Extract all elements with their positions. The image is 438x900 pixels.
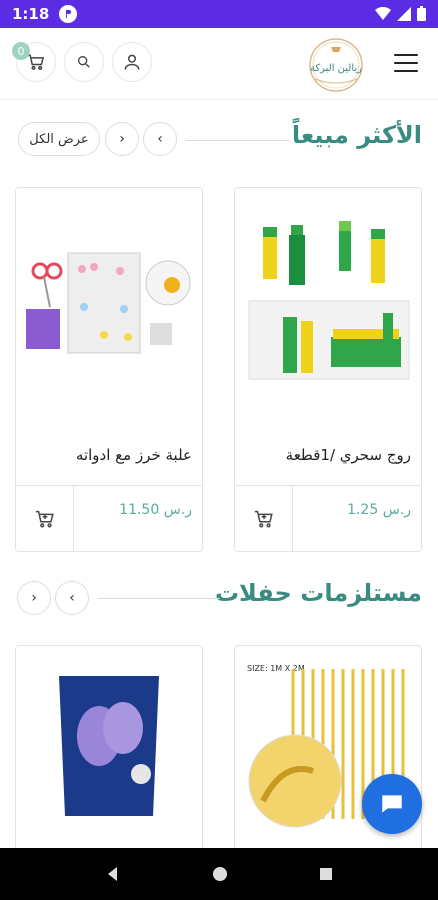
status-bar: 1:18 [0, 0, 438, 28]
cart-icon [254, 510, 273, 528]
app-header: 0 ريالين البركة [0, 28, 438, 100]
chevron-left-icon: ‹ [69, 590, 75, 606]
product-footer: 1.25 ر.س [235, 485, 421, 551]
signal-icon [397, 6, 411, 21]
product-image-lipstick[interactable] [235, 188, 421, 426]
add-to-cart-button[interactable] [235, 486, 293, 551]
wifi-icon [375, 6, 391, 20]
product-name[interactable]: روج سحري /1قطعة [286, 446, 411, 464]
recents-icon[interactable] [319, 867, 333, 881]
prev-arrow-button[interactable]: ‹ [55, 581, 89, 615]
next-arrow-button[interactable]: › [105, 122, 139, 156]
product-card[interactable] [15, 645, 203, 855]
chat-button[interactable] [362, 774, 422, 834]
search-button[interactable] [64, 42, 104, 82]
section-divider [186, 140, 290, 141]
hamburger-menu-icon [394, 54, 418, 56]
party-supplies-header: مستلزمات حفلات ‹ › [0, 579, 438, 619]
product-image-text: SIZE: 1M X 2M [247, 664, 305, 673]
user-icon [124, 54, 140, 70]
add-to-cart-button[interactable] [16, 486, 74, 551]
product-price: 11.50 ر.س [119, 502, 192, 518]
product-name[interactable]: علبة خرز مع ادواته [76, 446, 192, 464]
search-icon [78, 56, 90, 68]
product-price: 1.25 ر.س [347, 502, 411, 518]
view-all-button[interactable]: عرض الكل [18, 122, 100, 156]
chevron-left-icon: ‹ [157, 131, 163, 147]
home-icon[interactable] [212, 866, 228, 882]
product-footer: 11.50 ر.س [16, 485, 202, 551]
battery-icon [417, 6, 426, 21]
section-divider [98, 598, 220, 599]
status-time: 1:18 [12, 5, 50, 23]
cart-icon [35, 510, 54, 528]
cart-count-badge: 0 [12, 42, 30, 60]
product-card[interactable]: روج سحري /1قطعة 1.25 ر.س [234, 187, 422, 552]
brand-logo[interactable]: ريالين البركة [300, 36, 372, 94]
section-title-party-supplies: مستلزمات حفلات [214, 579, 422, 607]
product-image-balloons[interactable] [16, 646, 202, 846]
account-button[interactable] [112, 42, 152, 82]
product-image-beads-box[interactable] [16, 188, 202, 426]
next-arrow-button[interactable]: › [17, 581, 51, 615]
section-title-best-sellers: الأكثر مبيعاً [291, 121, 422, 149]
chevron-right-icon: › [119, 131, 125, 147]
logo-text: ريالين البركة [310, 63, 362, 74]
chevron-right-icon: › [31, 590, 37, 606]
status-icons [375, 6, 426, 21]
chat-bubble-icon [382, 795, 402, 813]
hamburger-menu-button[interactable] [394, 54, 418, 72]
android-navigation-bar [0, 848, 438, 900]
back-icon[interactable] [105, 866, 121, 882]
prev-arrow-button[interactable]: ‹ [143, 122, 177, 156]
app-notification-icon [59, 5, 78, 23]
product-card[interactable]: علبة خرز مع ادواته 11.50 ر.س [15, 187, 203, 552]
best-sellers-header: الأكثر مبيعاً ‹ › عرض الكل [0, 121, 438, 161]
